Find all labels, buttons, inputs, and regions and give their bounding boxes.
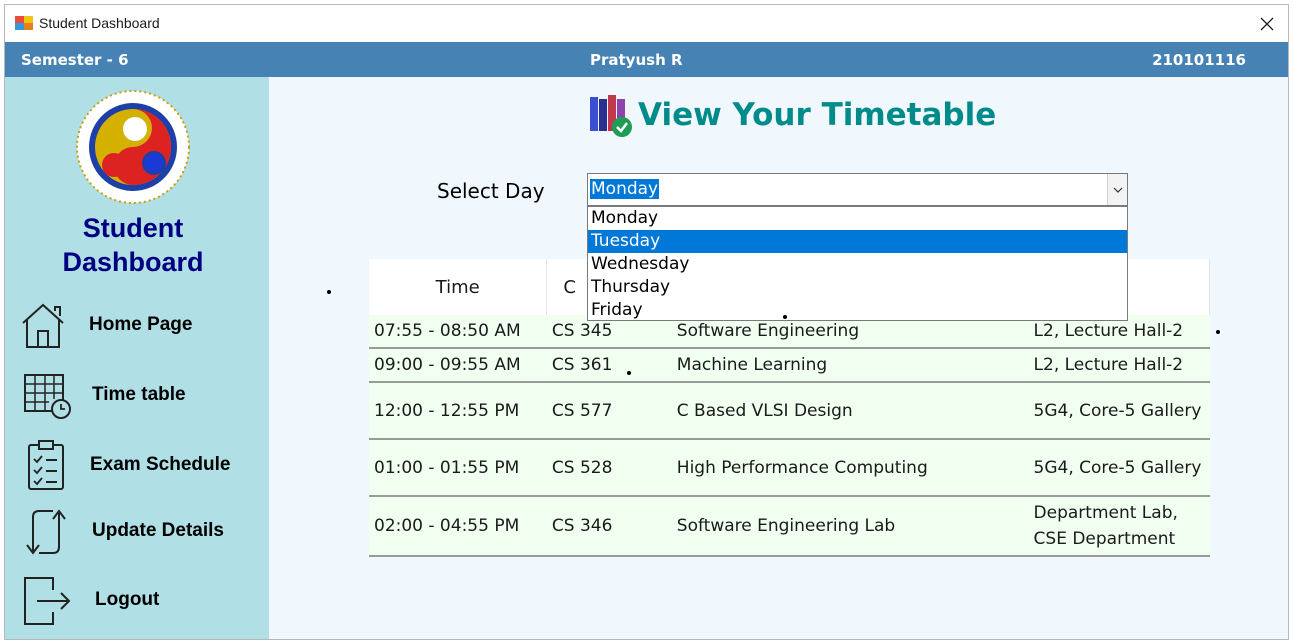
cell-name: Machine Learning xyxy=(671,348,1029,383)
title-bar[interactable]: Student Dashboard xyxy=(5,5,1288,42)
student-name: Pratyush R xyxy=(590,51,683,69)
home-icon xyxy=(22,303,64,348)
window-title: Student Dashboard xyxy=(39,15,160,31)
table-row[interactable]: 02:00 - 04:55 PM CS 346 Software Enginee… xyxy=(369,496,1210,557)
roll-number: 210101116 xyxy=(1152,51,1246,69)
cell-name: High Performance Computing xyxy=(671,439,1029,497)
day-select[interactable]: Monday xyxy=(587,173,1128,206)
day-select-value: Monday xyxy=(590,179,660,199)
day-dropdown-list: Monday Tuesday Wednesday Thursday Friday xyxy=(587,206,1128,321)
app-icon xyxy=(15,16,33,30)
sidebar: Student Dashboard Home Page Time table E… xyxy=(5,77,269,639)
day-option-wednesday[interactable]: Wednesday xyxy=(588,253,1127,276)
day-option-thursday[interactable]: Thursday xyxy=(588,276,1127,299)
stray-dot xyxy=(627,371,631,375)
cell-time: 01:00 - 01:55 PM xyxy=(369,439,547,497)
sidebar-title-line2: Dashboard xyxy=(62,247,204,277)
cell-code: CS 346 xyxy=(546,496,672,557)
day-option-monday[interactable]: Monday xyxy=(588,207,1127,230)
cell-name: Software Engineering Lab xyxy=(671,496,1029,557)
semester-label: Semester - 6 xyxy=(21,51,129,69)
day-option-friday[interactable]: Friday xyxy=(588,299,1127,322)
nav-time-table-label: Time table xyxy=(92,384,186,405)
day-option-tuesday[interactable]: Tuesday xyxy=(588,230,1127,253)
cell-code: CS 528 xyxy=(546,439,672,497)
cell-name: C Based VLSI Design xyxy=(671,382,1029,440)
timetable-books-icon xyxy=(590,95,632,137)
nav-home-page-label: Home Page xyxy=(89,314,193,335)
cell-venue: L2, Lecture Hall-2 xyxy=(1028,348,1210,383)
header-time[interactable]: Time xyxy=(369,259,548,315)
sidebar-title-line1: Student xyxy=(82,213,184,243)
cell-time: 09:00 - 09:55 AM xyxy=(369,348,547,383)
calendar-clock-icon xyxy=(24,374,71,419)
dropdown-arrow-button[interactable] xyxy=(1107,174,1127,205)
nav-time-table[interactable]: Time table xyxy=(19,369,259,423)
table-row[interactable]: 01:00 - 01:55 PM CS 528 High Performance… xyxy=(369,439,1210,497)
nav-home-page[interactable]: Home Page xyxy=(19,299,259,353)
nav-exam-schedule[interactable]: Exam Schedule xyxy=(19,439,259,493)
select-day-label: Select Day xyxy=(437,179,545,203)
nav-update-details[interactable]: Update Details xyxy=(19,505,259,559)
update-arrows-icon xyxy=(26,509,66,555)
sidebar-title: Student Dashboard xyxy=(5,211,261,279)
stray-dot xyxy=(783,315,787,319)
main-content: View Your Timetable Select Day Monday Ti… xyxy=(269,77,1288,639)
cell-code: CS 577 xyxy=(546,382,672,440)
stray-dot xyxy=(1216,330,1220,334)
close-icon xyxy=(1260,17,1274,30)
app-window: Student Dashboard Semester - 6 Pratyush … xyxy=(4,4,1289,640)
table-row[interactable]: 12:00 - 12:55 PM CS 577 C Based VLSI Des… xyxy=(369,382,1210,440)
nav-update-details-label: Update Details xyxy=(92,520,224,541)
cell-time: 12:00 - 12:55 PM xyxy=(369,382,547,440)
chevron-down-icon xyxy=(1113,187,1122,193)
logout-icon xyxy=(24,577,71,625)
stray-dot xyxy=(327,290,331,294)
nav-exam-schedule-label: Exam Schedule xyxy=(90,454,231,475)
close-button[interactable] xyxy=(1244,5,1288,42)
page-title: View Your Timetable xyxy=(638,97,997,133)
clipboard-check-icon xyxy=(28,440,64,490)
table-row[interactable]: 09:00 - 09:55 AM CS 361 Machine Learning… xyxy=(369,348,1210,383)
nav-logout-label: Logout xyxy=(95,589,160,610)
nav-logout[interactable]: Logout xyxy=(19,574,259,628)
cell-code: CS 361 xyxy=(546,348,672,383)
iit-guwahati-logo xyxy=(76,90,190,204)
cell-venue: Department Lab, CSE Department xyxy=(1028,496,1210,557)
student-info-bar: Semester - 6 Pratyush R 210101116 xyxy=(5,42,1288,77)
cell-venue: 5G4, Core-5 Gallery xyxy=(1028,439,1210,497)
cell-venue: 5G4, Core-5 Gallery xyxy=(1028,382,1210,440)
cell-time: 02:00 - 04:55 PM xyxy=(369,496,547,557)
cell-time: 07:55 - 08:50 AM xyxy=(369,315,547,349)
